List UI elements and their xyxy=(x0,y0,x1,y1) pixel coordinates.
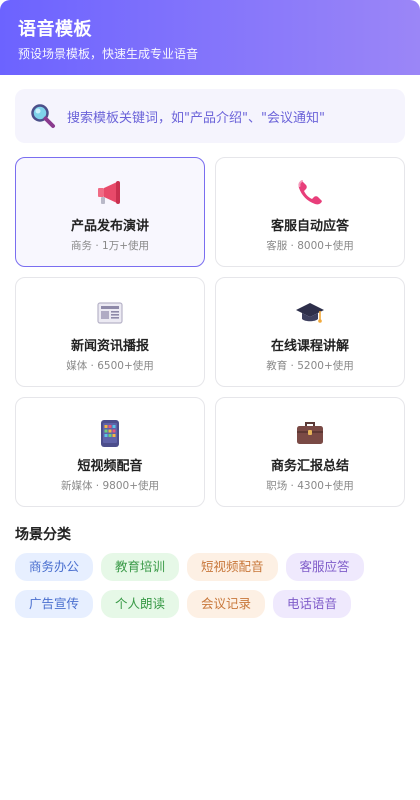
template-meta: 媒体 · 6500+使用 xyxy=(66,360,154,372)
page-title: 语音模板 xyxy=(18,19,92,40)
page-header: 语音模板 预设场景模板，快速生成专业语音 xyxy=(0,0,420,75)
template-grid: 产品发布演讲 商务 · 1万+使用 客服自动应答 客服 · 8000+使用 新闻… xyxy=(15,157,405,507)
phone-icon xyxy=(295,178,325,208)
category-tag-education[interactable]: 教育培训 xyxy=(101,553,180,581)
template-name: 在线课程讲解 xyxy=(270,339,349,354)
template-card-short-video[interactable]: 短视频配音 新媒体 · 9800+使用 xyxy=(15,397,205,507)
category-tag-phone-voice[interactable]: 电话语音 xyxy=(273,590,352,618)
template-card-customer-service[interactable]: 客服自动应答 客服 · 8000+使用 xyxy=(215,157,405,267)
template-card-news-broadcast[interactable]: 新闻资讯播报 媒体 · 6500+使用 xyxy=(15,277,205,387)
template-meta: 教育 · 5200+使用 xyxy=(266,360,354,372)
template-meta: 客服 · 8000+使用 xyxy=(266,240,354,252)
category-tag-advertising[interactable]: 广告宣传 xyxy=(15,590,94,618)
template-meta: 职场 · 4300+使用 xyxy=(266,480,354,492)
mobile-phone-icon xyxy=(95,418,125,448)
template-card-online-course[interactable]: 在线课程讲解 教育 · 5200+使用 xyxy=(215,277,405,387)
magnifier-icon xyxy=(29,102,57,130)
page-subtitle: 预设场景模板，快速生成专业语音 xyxy=(18,47,199,61)
category-tag-customer-service[interactable]: 客服应答 xyxy=(285,553,364,581)
category-tag-meeting-notes[interactable]: 会议记录 xyxy=(187,590,266,618)
briefcase-icon xyxy=(295,418,325,448)
template-meta: 商务 · 1万+使用 xyxy=(71,240,149,252)
search-placeholder: 搜索模板关键词，如"产品介绍"、"会议通知" xyxy=(67,110,325,126)
category-tag-short-video[interactable]: 短视频配音 xyxy=(187,553,278,581)
category-tag-list: 商务办公 教育培训 短视频配音 客服应答 广告宣传 个人朗读 会议记录 电话语音 xyxy=(15,553,405,618)
template-name: 商务汇报总结 xyxy=(270,459,349,474)
template-name: 产品发布演讲 xyxy=(70,219,149,234)
category-tag-personal-reading[interactable]: 个人朗读 xyxy=(101,590,180,618)
newspaper-icon xyxy=(95,298,125,328)
app-frame: 语音模板 预设场景模板，快速生成专业语音 搜索模板关键词，如"产品介绍"、"会议… xyxy=(0,0,420,800)
template-name: 短视频配音 xyxy=(77,459,143,474)
template-name: 客服自动应答 xyxy=(270,219,349,234)
template-card-product-launch[interactable]: 产品发布演讲 商务 · 1万+使用 xyxy=(15,157,205,267)
graduation-cap-icon xyxy=(295,298,325,328)
template-name: 新闻资讯播报 xyxy=(70,339,149,354)
template-card-business-report[interactable]: 商务汇报总结 职场 · 4300+使用 xyxy=(215,397,405,507)
category-section-title: 场景分类 xyxy=(15,527,71,543)
template-meta: 新媒体 · 9800+使用 xyxy=(60,480,160,492)
megaphone-icon xyxy=(95,178,125,208)
search-bar[interactable]: 搜索模板关键词，如"产品介绍"、"会议通知" xyxy=(15,89,405,143)
category-tag-business-office[interactable]: 商务办公 xyxy=(15,553,94,581)
